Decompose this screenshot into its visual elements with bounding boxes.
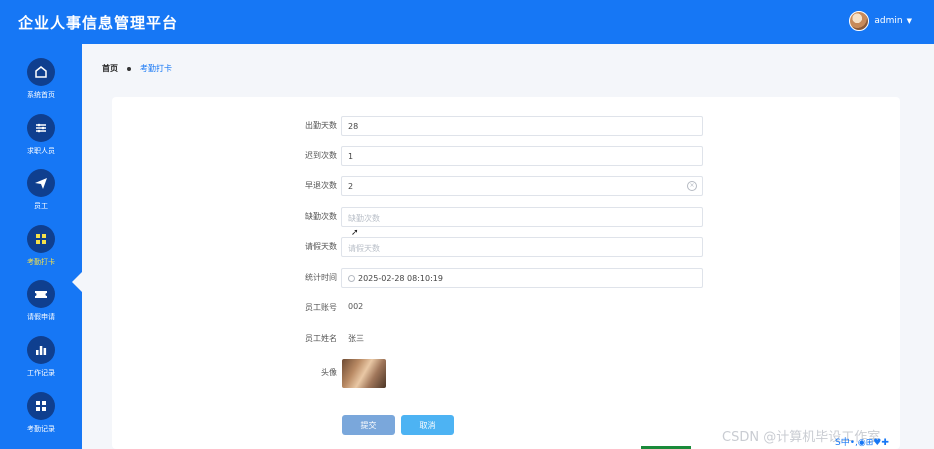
form-row-employee-no: 员工账号 002: [112, 298, 900, 318]
top-bar: 企业人事信息管理平台 admin ▼: [0, 0, 934, 44]
app-title: 企业人事信息管理平台: [18, 14, 179, 32]
attendance-days-input[interactable]: 28: [341, 116, 703, 136]
sidebar-item-label: 考勤打卡: [27, 258, 55, 266]
sidebar-item-label: 系统首页: [27, 91, 55, 99]
clock-icon: [348, 275, 355, 282]
sidebar-item-employee[interactable]: 员工: [0, 169, 82, 225]
user-avatar[interactable]: [849, 11, 870, 31]
form-row-leave-days: 请假天数 请假天数: [112, 237, 900, 257]
form-row-late-count: 迟到次数 1: [112, 146, 900, 166]
system-tray: S中•,◉⊞♥✚: [835, 438, 889, 448]
breadcrumb: 首页 考勤打卡: [102, 63, 172, 74]
bar-chart-icon: [27, 336, 55, 364]
early-leave-count-input[interactable]: 2 ×: [341, 176, 703, 196]
form-row-absence-count: 缺勤次数 缺勤次数: [112, 207, 900, 227]
grid-icon: [27, 392, 55, 420]
form-row-employee-name: 员工姓名 张三: [112, 329, 900, 349]
employee-name-value: 张三: [348, 334, 364, 343]
avatar-image[interactable]: [342, 359, 386, 388]
form-row-stat-time: 统计时间 2025-02-28 08:10:19: [112, 268, 900, 288]
absence-count-label: 缺勤次数: [305, 212, 337, 221]
leave-days-input[interactable]: 请假天数: [341, 237, 703, 257]
sidebar-item-job-seekers[interactable]: 求职人员: [0, 114, 82, 170]
submit-button[interactable]: 提交: [342, 415, 395, 435]
sidebar-item-label: 考勤记录: [27, 425, 55, 433]
form-row-early-leave-count: 早退次数 2 ×: [112, 176, 900, 196]
home-icon: [27, 58, 55, 86]
user-menu[interactable]: admin ▼: [849, 11, 912, 31]
active-indicator: [72, 272, 82, 292]
early-leave-count-value: 2: [348, 182, 354, 191]
avatar-label: 头像: [321, 368, 337, 377]
attendance-days-label: 出勤天数: [305, 121, 337, 130]
early-leave-count-label: 早退次数: [305, 181, 337, 190]
form-row-avatar: 头像: [112, 363, 900, 383]
late-count-input[interactable]: 1: [341, 146, 703, 166]
late-count-label: 迟到次数: [305, 151, 337, 160]
clear-icon[interactable]: ×: [687, 181, 697, 191]
mouse-cursor-icon: ➚: [351, 228, 359, 238]
sidebar-item-work-records[interactable]: 工作记录: [0, 336, 82, 392]
grid-icon: [27, 225, 55, 253]
absence-count-input[interactable]: 缺勤次数: [341, 207, 703, 227]
user-name[interactable]: admin: [874, 16, 902, 26]
chevron-down-icon[interactable]: ▼: [907, 17, 912, 25]
form-panel: 出勤天数 28 迟到次数 1 早退次数 2 × 缺勤次数 缺勤次数 请假天数 请…: [112, 97, 900, 449]
breadcrumb-current: 考勤打卡: [140, 64, 172, 73]
stat-time-value: 2025-02-28 08:10:19: [358, 274, 443, 283]
sidebar-item-label: 请假申请: [27, 313, 55, 321]
sliders-icon: [27, 114, 55, 142]
employee-name-label: 员工姓名: [305, 334, 337, 343]
cancel-button[interactable]: 取消: [401, 415, 454, 435]
sidebar-item-attendance-records[interactable]: 考勤记录: [0, 392, 82, 448]
breadcrumb-separator: [127, 66, 131, 71]
leave-days-label: 请假天数: [305, 242, 337, 251]
sidebar-item-home[interactable]: 系统首页: [0, 58, 82, 114]
employee-no-label: 员工账号: [305, 303, 337, 312]
paper-plane-icon: [27, 169, 55, 197]
form-row-attendance-days: 出勤天数 28: [112, 116, 900, 136]
sidebar: 系统首页 求职人员 员工 考勤打卡 请假申请 工作记录 考勤记录: [0, 44, 82, 449]
stat-time-label: 统计时间: [305, 273, 337, 282]
sidebar-item-label: 工作记录: [27, 369, 55, 377]
employee-no-value: 002: [348, 302, 364, 311]
sidebar-item-label: 员工: [34, 202, 48, 210]
ticket-icon: [27, 280, 55, 308]
breadcrumb-home[interactable]: 首页: [102, 63, 118, 74]
stat-time-picker[interactable]: 2025-02-28 08:10:19: [341, 268, 703, 288]
sidebar-item-label: 求职人员: [27, 147, 55, 155]
sidebar-item-leave-request[interactable]: 请假申请: [0, 280, 82, 336]
sidebar-item-attendance-checkin[interactable]: 考勤打卡: [0, 225, 82, 281]
